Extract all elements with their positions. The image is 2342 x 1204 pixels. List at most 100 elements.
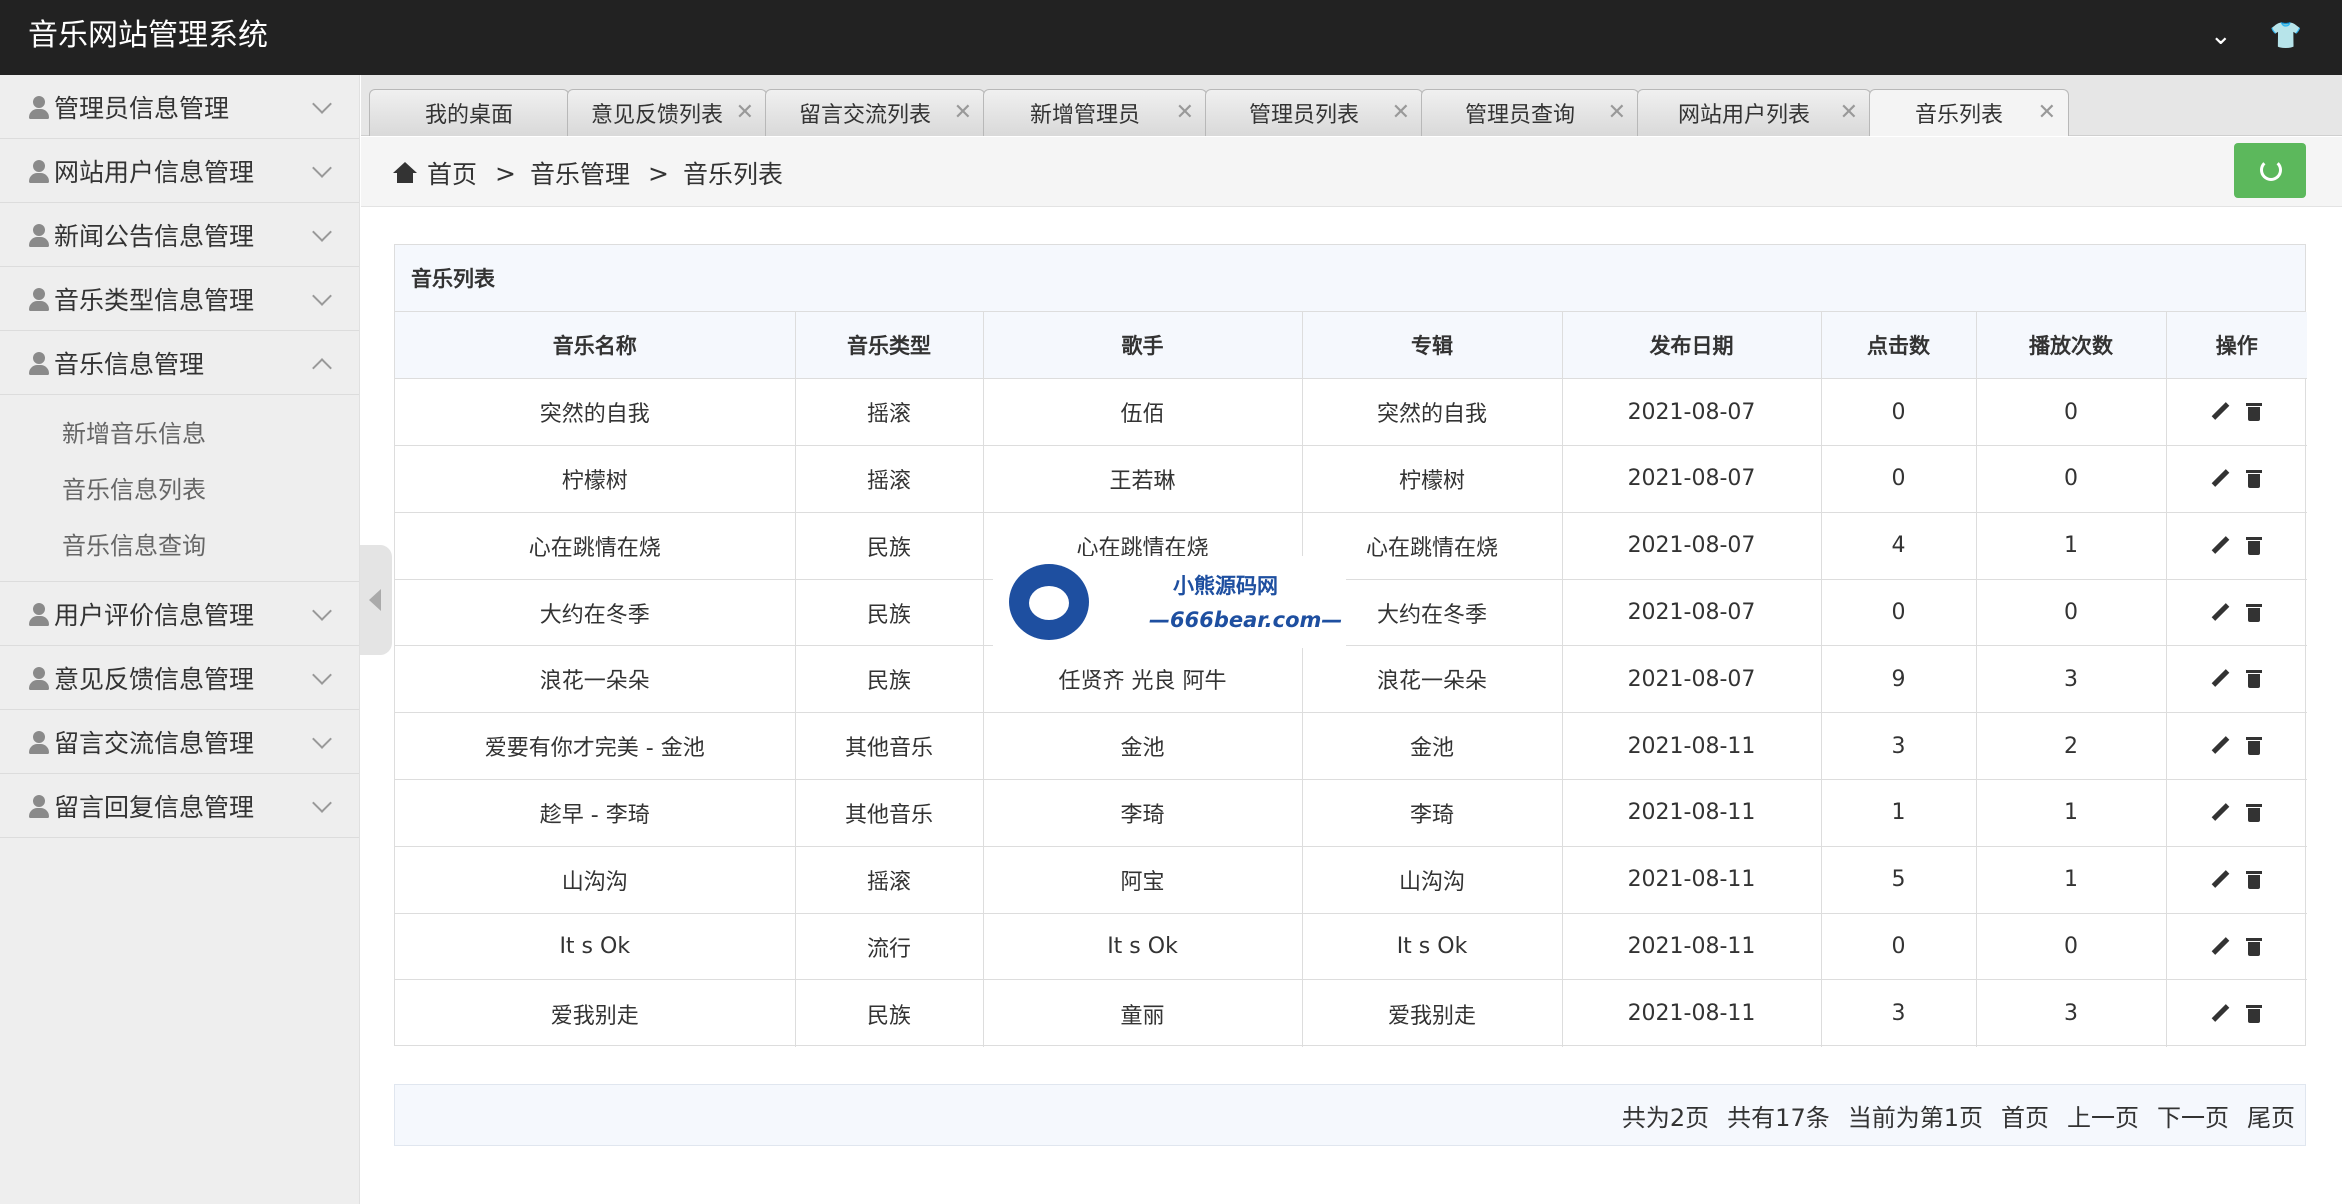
table-row: 突然的自我 摇滚 伍佰 突然的自我 2021-08-07 0 0 [395,378,2307,447]
home-icon [393,162,417,184]
table-cell: 1 [1975,779,2167,847]
breadcrumb-bar: 首页 > 音乐管理 > 音乐列表 [361,137,2342,207]
breadcrumb-home[interactable]: 首页 [427,155,477,191]
table-cell: 爱要有你才完美 - 金池 [395,712,796,781]
tab-label: 意见反馈列表 [590,103,723,128]
edit-icon[interactable] [2210,469,2230,489]
tab-add-admin[interactable]: 新增管理员 ✕ [983,89,1207,136]
delete-icon[interactable] [2244,669,2264,689]
table-cell: 0 [1975,912,2167,981]
tab-my-desktop[interactable]: 我的桌面 [369,89,569,136]
sidebar-item-reviews[interactable]: 用户评价信息管理 [0,582,359,646]
edit-icon[interactable] [2210,803,2230,823]
pager-first-link[interactable]: 首页 [2001,1098,2049,1133]
tab-admin-query[interactable]: 管理员查询 ✕ [1421,89,1639,136]
close-icon[interactable]: ✕ [736,100,754,125]
edit-icon[interactable] [2210,736,2230,756]
table-cell: 2021-08-07 [1561,511,1822,580]
table-cell: It s Ok [395,912,796,981]
table-cell: 趁早 - 李琦 [395,779,796,847]
edit-icon[interactable] [2210,1004,2230,1024]
sidebar-collapse-handle[interactable] [360,545,392,655]
table-cell: 1 [1975,845,2167,914]
table-cell: 0 [1975,578,2167,647]
watermark-logo: 小熊源码网 —666bear.com— [993,556,1346,648]
table-cell: 王若琳 [982,445,1303,513]
tab-music-list[interactable]: 音乐列表 ✕ [1869,89,2069,136]
tshirt-icon[interactable]: 👕 [2270,18,2302,54]
breadcrumb-level1[interactable]: 音乐管理 [530,155,630,191]
table-cell: 山沟沟 [1301,845,1563,914]
delete-icon[interactable] [2244,870,2264,890]
close-icon[interactable]: ✕ [1840,100,1858,125]
sidebar-item-label: 留言回复信息管理 [54,792,255,822]
close-icon[interactable]: ✕ [1608,100,1626,125]
delete-icon[interactable] [2244,1004,2264,1024]
delete-icon[interactable] [2244,469,2264,489]
delete-icon[interactable] [2244,803,2264,823]
actions-cell [2165,979,2307,1047]
edit-icon[interactable] [2210,669,2230,689]
submenu-item-music-query[interactable]: 音乐信息查询 [0,515,359,571]
edit-icon[interactable] [2210,870,2230,890]
user-icon [28,350,50,376]
close-icon[interactable]: ✕ [2038,100,2056,125]
submenu-item-add-music[interactable]: 新增音乐信息 [0,403,359,459]
table-cell: 0 [1820,578,1977,647]
table-row: 大约在冬季 民族 大约在冬季 2021-08-07 0 0 [395,578,2307,647]
delete-icon[interactable] [2244,736,2264,756]
delete-icon[interactable] [2244,937,2264,957]
pager-current: 当前为第1页 [1847,1103,1983,1132]
table-cell: 民族 [794,578,984,647]
sidebar-item-music-types[interactable]: 音乐类型信息管理 [0,267,359,331]
sidebar-item-label: 留言交流信息管理 [54,728,255,758]
close-icon[interactable]: ✕ [954,100,972,125]
delete-icon[interactable] [2244,536,2264,556]
table-cell: 流行 [794,912,984,981]
pager-total-records: 共有17条 [1727,1103,1830,1132]
user-icon [28,286,50,312]
pager-next-link[interactable]: 下一页 [2157,1098,2229,1133]
sidebar-item-music[interactable]: 音乐信息管理 [0,331,359,395]
table-cell: 5 [1820,845,1977,914]
close-icon[interactable]: ✕ [1176,100,1194,125]
table-cell: 金池 [1301,712,1563,781]
tab-feedback-list[interactable]: 意见反馈列表 ✕ [567,89,767,136]
breadcrumb-level2: 音乐列表 [682,160,783,189]
tab-message-list[interactable]: 留言交流列表 ✕ [765,89,985,136]
refresh-button[interactable] [2234,143,2306,198]
tab-label: 管理员列表 [1248,103,1359,128]
close-icon[interactable]: ✕ [1392,100,1410,125]
sidebar-item-feedback[interactable]: 意见反馈信息管理 [0,646,359,710]
edit-icon[interactable] [2210,536,2230,556]
edit-icon[interactable] [2210,402,2230,422]
delete-icon[interactable] [2244,603,2264,623]
sidebar-item-label: 音乐类型信息管理 [54,285,255,315]
table-header-row: 音乐名称 音乐类型 歌手 专辑 发布日期 点击数 播放次数 操作 [395,312,2307,380]
table-cell: 民族 [794,645,984,714]
chevron-down-icon[interactable]: ⌄ [2210,18,2232,54]
sidebar-item-news[interactable]: 新闻公告信息管理 [0,203,359,267]
sidebar-item-label: 意见反馈信息管理 [54,664,255,694]
table-cell: 0 [1975,445,2167,513]
tab-admin-list[interactable]: 管理员列表 ✕ [1205,89,1423,136]
sidebar-item-admin[interactable]: 管理员信息管理 [0,75,359,139]
edit-icon[interactable] [2210,603,2230,623]
table-cell: 2021-08-11 [1561,845,1822,914]
tab-site-user-list[interactable]: 网站用户列表 ✕ [1637,89,1871,136]
column-header: 音乐类型 [794,312,984,380]
table-row: 心在跳情在烧 民族 心在跳情在烧 心在跳情在烧 2021-08-07 4 1 [395,511,2307,580]
sidebar-item-replies[interactable]: 留言回复信息管理 [0,774,359,838]
column-header: 音乐名称 [395,312,796,380]
table-cell: 0 [1820,445,1977,513]
table-cell: 3 [1820,712,1977,781]
table-cell: 4 [1820,511,1977,580]
pager-last-link[interactable]: 尾页 [2247,1098,2295,1133]
sidebar-item-site-users[interactable]: 网站用户信息管理 [0,139,359,203]
edit-icon[interactable] [2210,937,2230,957]
pager-prev-link[interactable]: 上一页 [2067,1098,2139,1133]
submenu-item-music-list[interactable]: 音乐信息列表 [0,459,359,515]
delete-icon[interactable] [2244,402,2264,422]
sidebar-item-messages[interactable]: 留言交流信息管理 [0,710,359,774]
user-icon [28,222,50,248]
